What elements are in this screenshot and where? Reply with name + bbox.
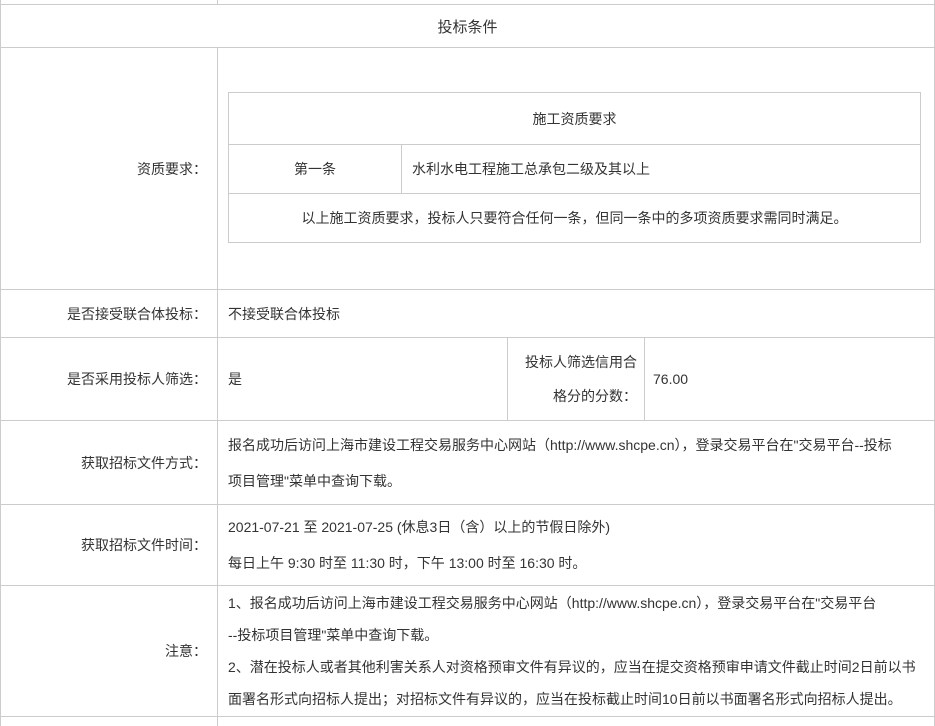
clause-number: 第一条 [229, 145, 402, 193]
nested-table-clause-row: 第一条 水利水电工程施工总承包二级及其以上 [229, 145, 920, 194]
obtain-method-line: 项目管理"菜单中查询下载。 [228, 463, 934, 499]
row-screening: 是否采用投标人筛选： 是 投标人筛选信用合 格分的分数： 76.00 [1, 338, 934, 421]
notice-line: 2、潜在投标人或者其他利害关系人对资格预审文件有异议的，应当在提交资格预审申请文… [228, 651, 934, 683]
bottom-sliver-label-cell [1, 717, 218, 726]
bid-conditions-table: 投标条件 资质要求： 施工资质要求 第一条 水利水电工程施工总承包二级及其以上 … [0, 0, 935, 726]
obtain-time-line: 2021-07-21 至 2021-07-25 (休息3日（含）以上的节假日除外… [228, 509, 934, 545]
qualification-label: 资质要求： [1, 48, 218, 289]
row-bottom-sliver [1, 717, 934, 726]
section-title: 投标条件 [437, 16, 497, 37]
row-consortium: 是否接受联合体投标： 不接受联合体投标 [1, 290, 934, 338]
obtain-time-line: 每日上午 9:30 时至 11:30 时，下午 13:00 时至 16:30 时… [228, 545, 934, 581]
obtain-method-line: 报名成功后访问上海市建设工程交易服务中心网站（http://www.shcpe.… [228, 427, 934, 463]
nested-table-header: 施工资质要求 [229, 93, 920, 145]
top-sliver-label-cell [1, 0, 218, 4]
obtain-method-label: 获取招标文件方式： [1, 421, 218, 504]
screening-score-label-line: 投标人筛选信用合 [525, 345, 637, 379]
bottom-sliver-content-cell [218, 717, 934, 726]
row-obtain-time: 获取招标文件时间： 2021-07-21 至 2021-07-25 (休息3日（… [1, 505, 934, 586]
construction-qualification-table: 施工资质要求 第一条 水利水电工程施工总承包二级及其以上 以上施工资质要求，投标… [228, 92, 921, 243]
qualification-content-cell: 施工资质要求 第一条 水利水电工程施工总承包二级及其以上 以上施工资质要求，投标… [218, 48, 934, 289]
clause-text: 水利水电工程施工总承包二级及其以上 [402, 145, 920, 193]
consortium-label: 是否接受联合体投标： [1, 290, 218, 337]
screening-label: 是否采用投标人筛选： [1, 338, 218, 420]
notice-line: 面署名形式向招标人提出；对招标文件有异议的，应当在投标截止时间10日前以书面署名… [228, 683, 934, 715]
screening-score-label-line: 格分的分数： [553, 379, 637, 413]
row-obtain-method: 获取招标文件方式： 报名成功后访问上海市建设工程交易服务中心网站（http://… [1, 421, 934, 505]
row-notice: 注意： 1、报名成功后访问上海市建设工程交易服务中心网站（http://www.… [1, 586, 934, 717]
screening-value: 是 [218, 338, 508, 420]
screening-score-value: 76.00 [645, 338, 934, 420]
nested-table-note: 以上施工资质要求，投标人只要符合任何一条，但同一条中的多项资质要求需同时满足。 [229, 194, 920, 242]
top-sliver-content-cell [218, 0, 934, 4]
notice-label: 注意： [1, 586, 218, 716]
obtain-method-content: 报名成功后访问上海市建设工程交易服务中心网站（http://www.shcpe.… [218, 421, 934, 504]
screening-score-label: 投标人筛选信用合 格分的分数： [508, 338, 645, 420]
obtain-time-content: 2021-07-21 至 2021-07-25 (休息3日（含）以上的节假日除外… [218, 505, 934, 585]
row-qualification: 资质要求： 施工资质要求 第一条 水利水电工程施工总承包二级及其以上 以上施工资… [1, 48, 934, 290]
row-section-header: 投标条件 [1, 5, 934, 48]
notice-content: 1、报名成功后访问上海市建设工程交易服务中心网站（http://www.shcp… [218, 586, 934, 716]
obtain-time-label: 获取招标文件时间： [1, 505, 218, 585]
notice-line: --投标项目管理"菜单中查询下载。 [228, 619, 934, 651]
notice-line: 1、报名成功后访问上海市建设工程交易服务中心网站（http://www.shcp… [228, 587, 934, 619]
consortium-value: 不接受联合体投标 [218, 290, 934, 337]
